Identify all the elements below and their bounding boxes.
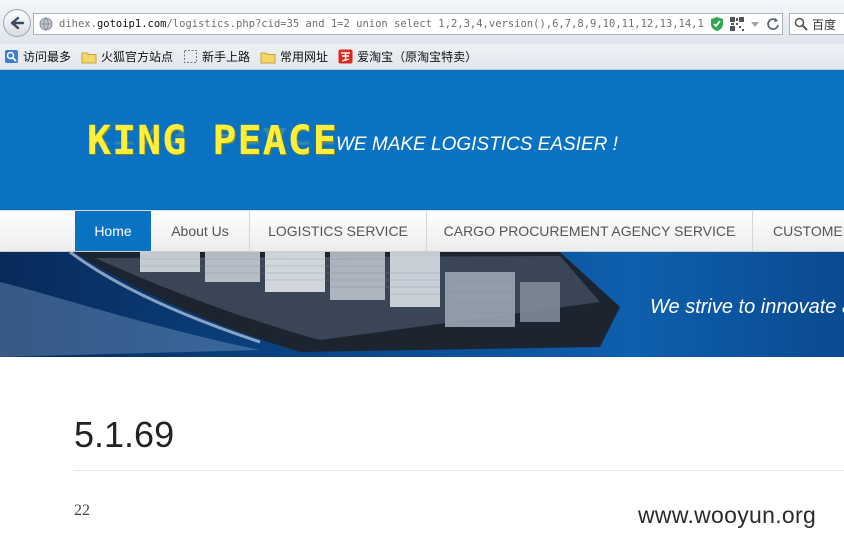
divider (74, 470, 844, 471)
bookmark-label: 访问最多 (23, 50, 72, 64)
bookmark-frequent[interactable]: 访问最多 (4, 48, 71, 65)
taobao-icon (338, 49, 353, 64)
back-arrow-icon (10, 16, 25, 30)
nav-customer[interactable]: CUSTOMER (753, 211, 844, 251)
qr-code-icon[interactable] (730, 17, 744, 31)
back-button[interactable] (3, 9, 31, 37)
nav-home[interactable]: Home (75, 211, 151, 251)
nav-logistics-service[interactable]: LOGISTICS SERVICE (250, 211, 427, 251)
watermark: www.wooyun.org (638, 502, 817, 528)
bookmark-firefox-site[interactable]: 火狐官方站点 (81, 48, 173, 65)
shield-icon[interactable] (710, 16, 724, 32)
page-title: 5.1.69 (74, 414, 175, 455)
search-icon (794, 17, 808, 31)
bookmark-label: 新手上路 (202, 50, 251, 64)
bookmark-common-sites[interactable]: 常用网址 (260, 48, 328, 65)
folder-icon (81, 52, 97, 63)
nav-cargo-procurement[interactable]: CARGO PROCUREMENT AGENCY SERVICE (427, 211, 753, 251)
globe-icon (39, 17, 53, 31)
search-engine-label: 百度 (812, 17, 837, 32)
browser-toolbar: dihex.gotoip1.com/logistics.php?cid=35 a… (0, 0, 844, 45)
hero-banner: We strive to innovate and (0, 252, 844, 357)
bookmark-label: 爱淘宝（原淘宝特卖） (357, 50, 478, 64)
search-box[interactable]: 百度 (789, 13, 844, 35)
bookmark-taobao[interactable]: 爱淘宝（原淘宝特卖） (338, 48, 477, 65)
url-text[interactable]: dihex.gotoip1.com/logistics.php?cid=35 a… (59, 18, 704, 30)
bookmarks-bar: 访问最多 火狐官方站点 新手上路 常用网址 爱淘宝（原淘宝特卖） (0, 44, 844, 70)
site-tagline: WE MAKE LOGISTICS EASIER ! (336, 134, 618, 155)
banner-slogan: We strive to innovate and (650, 296, 844, 318)
bookmark-label: 常用网址 (280, 50, 329, 64)
site-logo-reflection: KING PEACE (87, 122, 338, 148)
reload-icon[interactable] (766, 17, 780, 31)
dropdown-arrow-icon[interactable] (750, 17, 760, 31)
bookmark-getting-started[interactable]: 新手上路 (183, 48, 250, 65)
main-nav: Home About Us LOGISTICS SERVICE CARGO PR… (0, 210, 844, 252)
bookmark-label: 火狐官方站点 (101, 50, 174, 64)
frequent-icon (5, 50, 18, 63)
content-value: 22 (74, 502, 90, 519)
folder-icon (260, 52, 276, 63)
nav-about-us[interactable]: About Us (151, 211, 250, 251)
address-bar[interactable]: dihex.gotoip1.com/logistics.php?cid=35 a… (33, 13, 783, 35)
page-icon (184, 50, 198, 63)
